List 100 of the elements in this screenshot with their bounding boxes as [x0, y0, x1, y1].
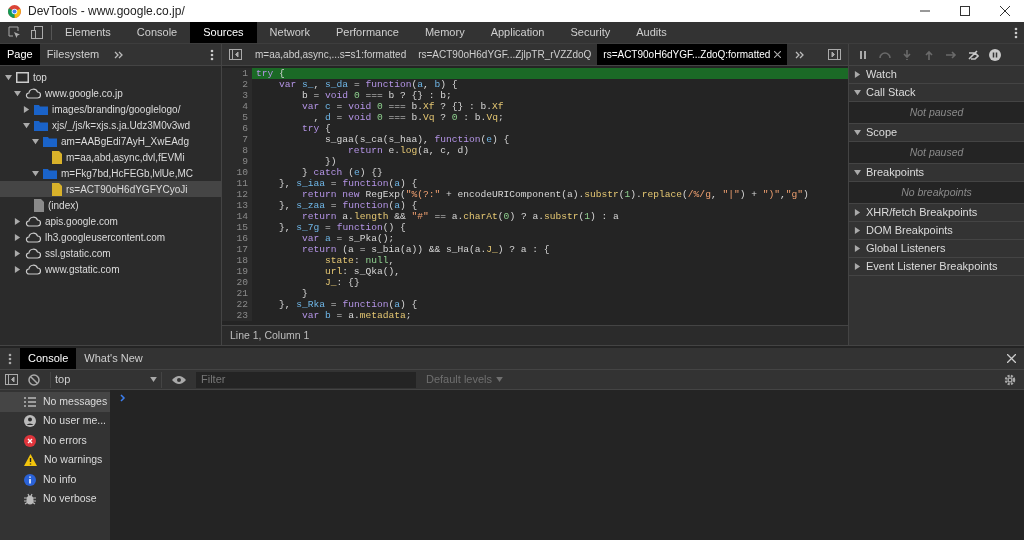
code-line: url: s_Qka(),: [324, 266, 401, 277]
list-icon: [24, 396, 36, 407]
pause-icon[interactable]: [857, 48, 869, 61]
tree-item[interactable]: lh3.googleusercontent.com: [0, 229, 221, 245]
section-header[interactable]: DOM Breakpoints: [849, 222, 1024, 240]
tree-item[interactable]: images/branding/googlelogo/: [0, 101, 221, 117]
empty-message: Not paused: [909, 144, 964, 160]
code-line: }, s_Rka = function(a) {: [278, 299, 419, 310]
panel-tab[interactable]: Security: [557, 22, 624, 43]
panel-tab[interactable]: Sources: [190, 22, 257, 43]
editor-tab[interactable]: m=aa,abd,async,...s=s1:formatted: [249, 44, 413, 65]
editor-tab[interactable]: rs=ACT90oH6dYGF...ZdoQ:formatted: [597, 44, 788, 65]
prompt-icon: [120, 394, 126, 402]
code-line: s_gaa(s_ca(s_haa), function(e) {: [324, 134, 511, 145]
collapsed-arrow-icon[interactable]: [854, 209, 861, 216]
collapsed-arrow-icon[interactable]: [854, 245, 861, 252]
message-filter-item[interactable]: No verbose: [0, 489, 110, 509]
section-header[interactable]: Event Listener Breakpoints: [849, 258, 1024, 276]
message-filter-item[interactable]: No warnings: [0, 450, 110, 470]
panel-tab[interactable]: Elements: [52, 22, 124, 43]
line-number: 4: [222, 101, 252, 112]
more-tabs-icon[interactable]: [114, 49, 125, 60]
filter-field[interactable]: Filter: [196, 371, 416, 388]
more-tabs-icon[interactable]: [795, 49, 806, 60]
folder-icon: [34, 119, 48, 131]
maximize-icon[interactable]: [960, 6, 970, 16]
tree-item[interactable]: (index): [0, 197, 221, 213]
collapsed-arrow-icon[interactable]: [854, 263, 861, 270]
deactivate-breakpoints-icon[interactable]: [967, 48, 979, 61]
tree-item[interactable]: m=aa,abd,async,dvl,fEVMi: [0, 149, 221, 165]
toggle-sidebar-icon[interactable]: [5, 374, 18, 385]
error-icon: [24, 434, 36, 447]
line-number: 17: [222, 244, 252, 255]
line-number: 10: [222, 167, 252, 178]
navigator-tab[interactable]: Filesystem: [39, 44, 107, 65]
tree-item[interactable]: top: [0, 69, 221, 85]
message-filter-item[interactable]: No info: [0, 470, 110, 490]
message-filter-item[interactable]: No user me...: [0, 411, 110, 431]
line-number: 22: [222, 299, 252, 310]
inspect-icon[interactable]: [8, 26, 21, 39]
panel-tab[interactable]: Console: [123, 22, 191, 43]
cloud-icon: [25, 231, 41, 243]
eye-icon[interactable]: [172, 374, 186, 385]
settings-icon[interactable]: [1004, 373, 1016, 386]
tree-item[interactable]: am=AABgEdi7AyH_XwEAdg: [0, 133, 221, 149]
editor-tab[interactable]: rs=ACT90oH6dYGF...ZjlpTR_rVZZdoQ: [412, 44, 598, 65]
code-line: var a = s_Pka();: [301, 233, 396, 244]
message-filter-item[interactable]: No messages: [0, 392, 110, 412]
frame-icon: [16, 71, 29, 83]
code-line: J_: {}: [324, 277, 361, 288]
more-options-icon[interactable]: [8, 352, 12, 365]
drawer-tab[interactable]: Console: [20, 348, 77, 369]
expanded-arrow-icon[interactable]: [32, 169, 39, 177]
close-icon[interactable]: [1000, 6, 1010, 16]
panel-tab[interactable]: Performance: [322, 22, 412, 43]
expanded-arrow-icon[interactable]: [854, 169, 861, 176]
section-header[interactable]: XHR/fetch Breakpoints: [849, 204, 1024, 222]
clear-icon[interactable]: [28, 373, 40, 386]
line-number: 12: [222, 189, 252, 200]
tree-item[interactable]: m=Fkg7bd,HcFEGb,lvlUe,MC: [0, 165, 221, 181]
line-number: 3: [222, 90, 252, 101]
step-icon[interactable]: [945, 48, 957, 61]
toggle-navigator-icon[interactable]: [229, 49, 242, 60]
tree-item[interactable]: xjs/_/js/k=xjs.s.ja.Udz3M0v3wd: [0, 117, 221, 133]
panel-tab[interactable]: Application: [477, 22, 558, 43]
code-line: var s_, s_da = function(a, b) {: [278, 79, 459, 90]
tree-item[interactable]: www.google.co.jp: [0, 85, 221, 101]
tree-item[interactable]: ssl.gstatic.com: [0, 245, 221, 261]
line-number: 1: [222, 68, 252, 79]
expanded-arrow-icon[interactable]: [854, 129, 861, 136]
browser-logo-icon: [8, 4, 21, 18]
code-line: return a.length && "#" == a.charAt(0) ? a.substr(1) : a: [301, 211, 620, 222]
code-line: }, s_zaa = function(a) {: [278, 200, 419, 211]
warning-icon: [24, 454, 37, 467]
section-header[interactable]: Watch: [849, 66, 1024, 84]
toggle-debugger-icon[interactable]: [828, 49, 841, 60]
user-icon: [24, 415, 36, 428]
tree-item[interactable]: apis.google.com: [0, 213, 221, 229]
code-line: var c = void 0 === b.Xf ? {} : b.Xf: [301, 101, 505, 112]
panel-tab[interactable]: Audits: [623, 22, 680, 43]
expanded-arrow-icon[interactable]: [854, 89, 861, 96]
collapsed-arrow-icon[interactable]: [23, 105, 30, 113]
section-header[interactable]: Global Listeners: [849, 240, 1024, 258]
message-filter-item[interactable]: No errors: [0, 431, 110, 451]
device-icon[interactable]: [31, 26, 43, 39]
navigator-tab[interactable]: Page: [0, 44, 40, 65]
drawer-tab[interactable]: What's New: [76, 348, 151, 369]
tree-item[interactable]: www.gstatic.com: [0, 261, 221, 277]
cursor-position: Line 1, Column 1: [230, 327, 310, 343]
tree-item[interactable]: rs=ACT90oH6dYGFYCyoJi: [0, 181, 221, 197]
panel-tab[interactable]: Network: [256, 22, 323, 43]
close-icon[interactable]: [774, 51, 782, 58]
more-options-icon[interactable]: [1014, 26, 1018, 39]
collapsed-arrow-icon[interactable]: [854, 227, 861, 234]
folder-icon: [43, 135, 57, 147]
more-options-icon[interactable]: [210, 48, 214, 61]
pause-on-exceptions-icon[interactable]: [989, 48, 1001, 61]
panel-tab[interactable]: Memory: [411, 22, 478, 43]
collapsed-arrow-icon[interactable]: [854, 71, 861, 78]
context-select[interactable]: top: [50, 371, 162, 388]
